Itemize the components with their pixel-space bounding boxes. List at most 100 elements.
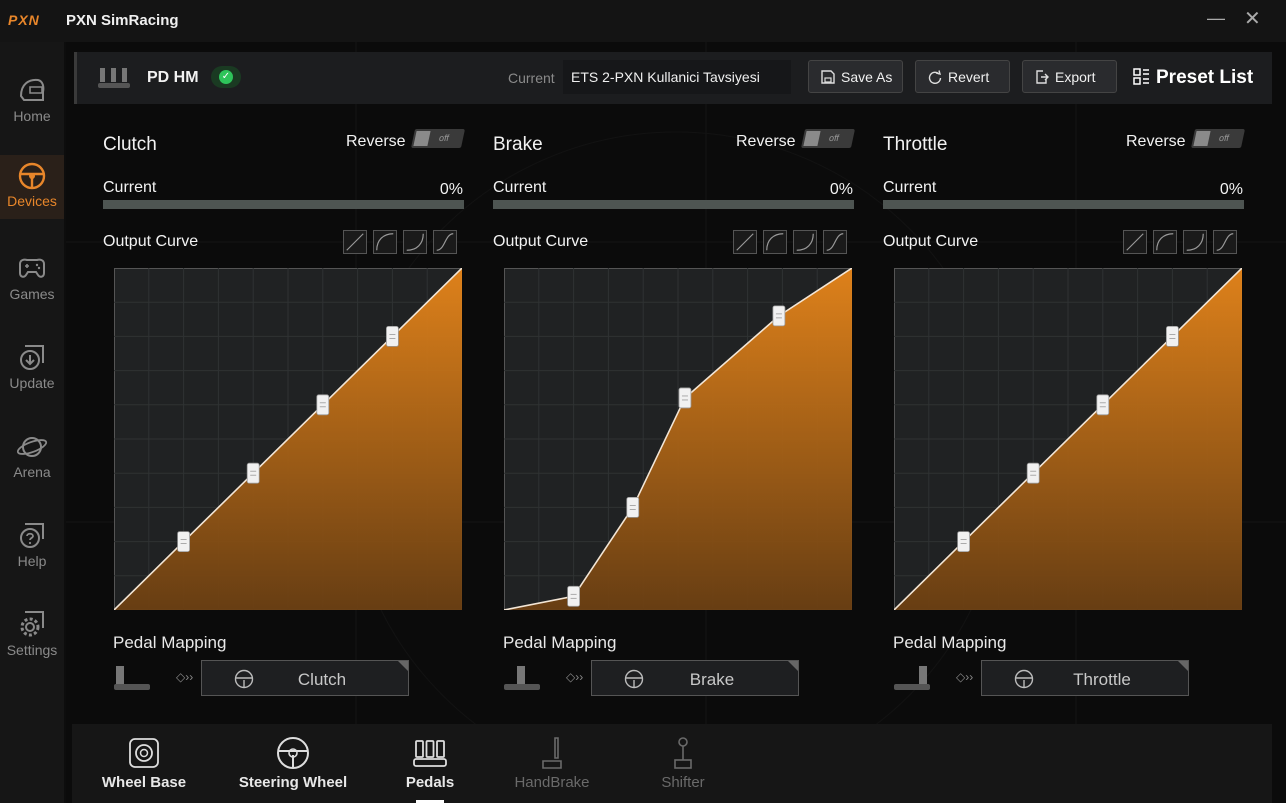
convex-curve-icon [1156, 233, 1174, 251]
clutch-panel: Clutch Reverse off Current 0% Output Cur… [103, 126, 466, 706]
curve-presets [343, 230, 465, 254]
s-curve-icon [436, 233, 454, 251]
output-curve-label: Output Curve [103, 233, 199, 250]
convex-curve-button[interactable] [763, 230, 787, 254]
shifter-icon [674, 737, 692, 769]
sidebar-item-label: Update [9, 375, 55, 391]
pedals-icon [98, 68, 130, 88]
sidebar-item-devices[interactable]: Devices [0, 155, 64, 219]
tab-steering-wheel[interactable]: Steering Wheel [238, 724, 348, 803]
sidebar-item-help[interactable]: Help [0, 515, 64, 581]
pedal-title: Throttle [883, 134, 948, 155]
pedal-mapping-select[interactable]: Throttle [981, 660, 1189, 696]
sidebar-item-update[interactable]: Update [0, 337, 64, 403]
convex-curve-button[interactable] [1153, 230, 1177, 254]
tab-label: Steering Wheel [238, 774, 348, 791]
title-bar: PXN PXN SimRacing — ✕ [0, 0, 1286, 42]
wheel-base-icon [129, 738, 159, 768]
pxn-logo: PXN [8, 12, 40, 28]
revert-icon [928, 70, 942, 84]
revert-button[interactable]: Revert [915, 60, 1010, 93]
device-name: PD HM [147, 69, 199, 86]
reverse-toggle[interactable]: off [1190, 129, 1246, 148]
toggle-state: off [438, 133, 451, 143]
output-curve-editor[interactable] [114, 268, 462, 610]
concave-curve-button[interactable] [1183, 230, 1207, 254]
tab-wheel-base[interactable]: Wheel Base [100, 724, 188, 803]
pedal-mapping-select[interactable]: Clutch [201, 660, 409, 696]
concave-curve-icon [406, 233, 424, 251]
save-icon [821, 70, 835, 84]
convex-curve-icon [376, 233, 394, 251]
curve-handle[interactable] [177, 531, 190, 553]
sidebar-item-label: Arena [13, 464, 51, 480]
curve-handle[interactable] [678, 387, 692, 409]
linear-curve-button[interactable] [343, 230, 367, 254]
concave-curve-button[interactable] [793, 230, 817, 254]
output-curve-editor[interactable] [894, 268, 1242, 610]
curve-handle[interactable] [1096, 394, 1110, 416]
dropdown-corner-icon [788, 661, 798, 671]
output-curve-editor[interactable] [504, 268, 852, 610]
pedal-icon [504, 666, 540, 690]
tab-handbrake[interactable]: HandBrake [508, 724, 596, 803]
minimize-button[interactable]: — [1207, 8, 1227, 32]
revert-label: Revert [948, 69, 990, 85]
curve-presets [733, 230, 855, 254]
current-value: 0% [439, 181, 463, 198]
concave-curve-icon [796, 233, 814, 251]
convex-curve-button[interactable] [373, 230, 397, 254]
tab-pedals[interactable]: Pedals [390, 724, 470, 803]
linear-curve-button[interactable] [1123, 230, 1147, 254]
sidebar-item-settings[interactable]: Settings [0, 604, 64, 670]
s-curve-button[interactable] [433, 230, 457, 254]
concave-curve-icon [1186, 233, 1204, 251]
reverse-toggle[interactable]: off [410, 129, 466, 148]
curve-handle[interactable] [316, 394, 330, 416]
concave-curve-button[interactable] [403, 230, 427, 254]
update-icon [20, 345, 44, 370]
steering-wheel-icon [18, 162, 46, 190]
curve-handle[interactable] [246, 462, 260, 484]
mapping-arrow-icon: ◇›› [176, 670, 194, 684]
sidebar-item-label: Help [17, 553, 47, 569]
curve-handle[interactable] [1165, 326, 1179, 347]
save-as-button[interactable]: Save As [808, 60, 903, 93]
pedal-mapping-select[interactable]: Brake [591, 660, 799, 696]
sidebar-item-games[interactable]: Games [0, 248, 64, 314]
sidebar-item-arena[interactable]: Arena [0, 426, 64, 492]
s-curve-button[interactable] [1213, 230, 1237, 254]
preset-list-button[interactable]: Preset List [1133, 67, 1253, 89]
current-label: Current [103, 179, 157, 196]
curve-handle[interactable] [385, 326, 399, 347]
tab-shifter[interactable]: Shifter [648, 724, 718, 803]
toggle-knob [1193, 131, 1211, 146]
steering-wheel-icon [234, 669, 254, 689]
pedal-mapping-label: Pedal Mapping [113, 633, 227, 652]
curve-handle[interactable] [1026, 462, 1040, 484]
dropdown-corner-icon [1178, 661, 1188, 671]
current-preset-label: Current [508, 70, 555, 86]
s-curve-button[interactable] [823, 230, 847, 254]
curve-handle[interactable] [626, 496, 640, 518]
s-curve-icon [1216, 233, 1234, 251]
mapping-value: Brake [689, 670, 735, 689]
current-label: Current [883, 179, 937, 196]
close-button[interactable]: ✕ [1244, 6, 1266, 30]
pedals-icon [413, 740, 447, 767]
linear-curve-button[interactable] [733, 230, 757, 254]
curve-handle[interactable] [567, 585, 580, 607]
export-button[interactable]: Export [1022, 60, 1117, 93]
sidebar-item-home[interactable]: Home [0, 70, 64, 136]
tab-label: Pedals [405, 774, 455, 791]
curve-handle[interactable] [957, 531, 970, 553]
pedal-title: Clutch [103, 134, 157, 155]
sidebar-item-label: Games [9, 286, 55, 302]
handbrake-icon [542, 737, 562, 769]
current-preset-field[interactable]: ETS 2-PXN Kullanici Tavsiyesi [563, 60, 791, 94]
pedal-title: Brake [493, 134, 543, 155]
steering-wheel-icon [277, 737, 309, 769]
mapping-value: Clutch [297, 670, 347, 689]
curve-handle[interactable] [772, 305, 786, 327]
reverse-toggle[interactable]: off [800, 129, 856, 148]
